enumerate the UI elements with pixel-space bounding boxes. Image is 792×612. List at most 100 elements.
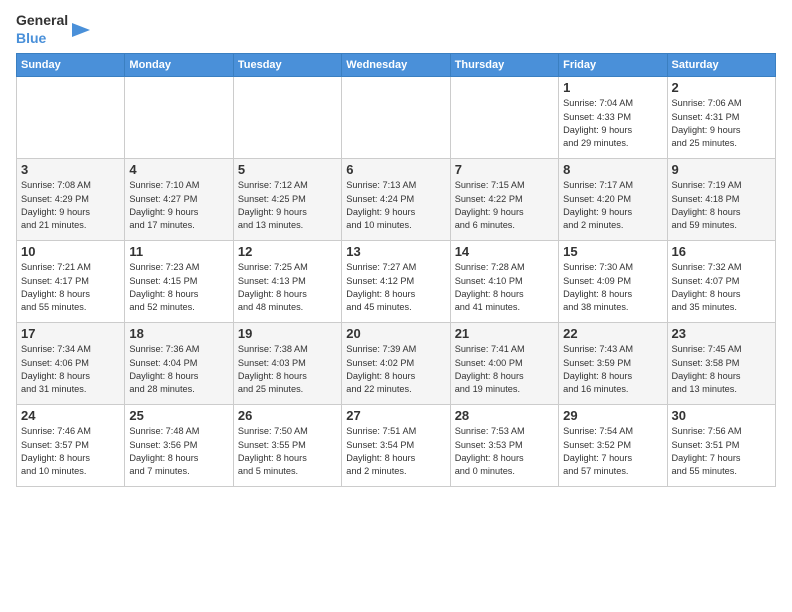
calendar-cell: 22 Sunrise: 7:43 AMSunset: 3:59 PMDayligh… xyxy=(559,323,667,405)
day-info: Sunrise: 7:48 AMSunset: 3:56 PMDaylight:… xyxy=(129,425,228,478)
day-number: 12 xyxy=(238,244,337,259)
day-number: 20 xyxy=(346,326,445,341)
day-info: Sunrise: 7:54 AMSunset: 3:52 PMDaylight:… xyxy=(563,425,662,478)
calendar-cell: 5 Sunrise: 7:12 AMSunset: 4:25 PMDaylight… xyxy=(233,159,341,241)
calendar-cell: 16 Sunrise: 7:32 AMSunset: 4:07 PMDayligh… xyxy=(667,241,775,323)
calendar-cell: 27 Sunrise: 7:51 AMSunset: 3:54 PMDayligh… xyxy=(342,405,450,487)
day-info: Sunrise: 7:23 AMSunset: 4:15 PMDaylight:… xyxy=(129,261,228,314)
day-number: 4 xyxy=(129,162,228,177)
calendar-cell: 24Sunrise: 7:46 AMSunset: 3:57 PMDayligh… xyxy=(17,405,125,487)
weekday-header-thursday: Thursday xyxy=(450,54,558,77)
weekday-header-monday: Monday xyxy=(125,54,233,77)
day-info: Sunrise: 7:27 AMSunset: 4:12 PMDaylight:… xyxy=(346,261,445,314)
calendar-cell: 18 Sunrise: 7:36 AMSunset: 4:04 PMDayligh… xyxy=(125,323,233,405)
day-number: 2 xyxy=(672,80,771,95)
calendar-cell: 9 Sunrise: 7:19 AMSunset: 4:18 PMDaylight… xyxy=(667,159,775,241)
day-number: 15 xyxy=(563,244,662,259)
calendar-cell: 21 Sunrise: 7:41 AMSunset: 4:00 PMDayligh… xyxy=(450,323,558,405)
weekday-header-tuesday: Tuesday xyxy=(233,54,341,77)
calendar-cell: 11 Sunrise: 7:23 AMSunset: 4:15 PMDayligh… xyxy=(125,241,233,323)
day-info: Sunrise: 7:50 AMSunset: 3:55 PMDaylight:… xyxy=(238,425,337,478)
calendar-week-1: 1Sunrise: 7:04 AMSunset: 4:33 PMDaylight… xyxy=(17,77,776,159)
calendar-cell: 15 Sunrise: 7:30 AMSunset: 4:09 PMDayligh… xyxy=(559,241,667,323)
day-info: Sunrise: 7:56 AMSunset: 3:51 PMDaylight:… xyxy=(672,425,771,478)
day-info: Sunrise: 7:12 AMSunset: 4:25 PMDaylight:… xyxy=(238,179,337,232)
calendar-table: SundayMondayTuesdayWednesdayThursdayFrid… xyxy=(16,53,776,487)
day-number: 22 xyxy=(563,326,662,341)
day-number: 24 xyxy=(21,408,120,423)
day-number: 18 xyxy=(129,326,228,341)
calendar-week-3: 10Sunrise: 7:21 AMSunset: 4:17 PMDayligh… xyxy=(17,241,776,323)
day-info: Sunrise: 7:34 AMSunset: 4:06 PMDaylight:… xyxy=(21,343,120,396)
day-number: 14 xyxy=(455,244,554,259)
calendar-cell: 25 Sunrise: 7:48 AMSunset: 3:56 PMDayligh… xyxy=(125,405,233,487)
day-number: 5 xyxy=(238,162,337,177)
day-number: 19 xyxy=(238,326,337,341)
logo: General Blue xyxy=(16,12,90,47)
day-number: 28 xyxy=(455,408,554,423)
day-info: Sunrise: 7:15 AMSunset: 4:22 PMDaylight:… xyxy=(455,179,554,232)
calendar-cell: 4 Sunrise: 7:10 AMSunset: 4:27 PMDaylight… xyxy=(125,159,233,241)
day-number: 27 xyxy=(346,408,445,423)
day-number: 25 xyxy=(129,408,228,423)
day-info: Sunrise: 7:10 AMSunset: 4:27 PMDaylight:… xyxy=(129,179,228,232)
day-info: Sunrise: 7:38 AMSunset: 4:03 PMDaylight:… xyxy=(238,343,337,396)
calendar-cell xyxy=(17,77,125,159)
calendar-cell xyxy=(233,77,341,159)
calendar-cell: 26 Sunrise: 7:50 AMSunset: 3:55 PMDayligh… xyxy=(233,405,341,487)
day-info: Sunrise: 7:13 AMSunset: 4:24 PMDaylight:… xyxy=(346,179,445,232)
calendar-cell: 17 Sunrise: 7:34 AMSunset: 4:06 PMDayligh… xyxy=(17,323,125,405)
calendar-week-4: 17 Sunrise: 7:34 AMSunset: 4:06 PMDayligh… xyxy=(17,323,776,405)
day-number: 16 xyxy=(672,244,771,259)
calendar-week-2: 3 Sunrise: 7:08 AMSunset: 4:29 PMDaylight… xyxy=(17,159,776,241)
day-info: Sunrise: 7:51 AMSunset: 3:54 PMDaylight:… xyxy=(346,425,445,478)
day-info: Sunrise: 7:19 AMSunset: 4:18 PMDaylight:… xyxy=(672,179,771,232)
calendar-cell: 23Sunrise: 7:45 AMSunset: 3:58 PMDayligh… xyxy=(667,323,775,405)
calendar-cell: 12 Sunrise: 7:25 AMSunset: 4:13 PMDayligh… xyxy=(233,241,341,323)
day-number: 17 xyxy=(21,326,120,341)
calendar-cell: 6 Sunrise: 7:13 AMSunset: 4:24 PMDaylight… xyxy=(342,159,450,241)
calendar-cell: 19 Sunrise: 7:38 AMSunset: 4:03 PMDayligh… xyxy=(233,323,341,405)
day-number: 6 xyxy=(346,162,445,177)
weekday-header-saturday: Saturday xyxy=(667,54,775,77)
day-number: 13 xyxy=(346,244,445,259)
weekday-header-wednesday: Wednesday xyxy=(342,54,450,77)
day-number: 9 xyxy=(672,162,771,177)
day-info: Sunrise: 7:28 AMSunset: 4:10 PMDaylight:… xyxy=(455,261,554,314)
logo-arrow-icon xyxy=(72,19,90,41)
calendar-cell: 13 Sunrise: 7:27 AMSunset: 4:12 PMDayligh… xyxy=(342,241,450,323)
calendar-cell: 1Sunrise: 7:04 AMSunset: 4:33 PMDaylight… xyxy=(559,77,667,159)
day-info: Sunrise: 7:25 AMSunset: 4:13 PMDaylight:… xyxy=(238,261,337,314)
day-info: Sunrise: 7:21 AMSunset: 4:17 PMDaylight:… xyxy=(21,261,120,314)
header: General Blue xyxy=(16,12,776,47)
calendar-cell: 2Sunrise: 7:06 AMSunset: 4:31 PMDaylight… xyxy=(667,77,775,159)
logo-text: General Blue xyxy=(16,12,68,47)
day-info: Sunrise: 7:39 AMSunset: 4:02 PMDaylight:… xyxy=(346,343,445,396)
day-number: 11 xyxy=(129,244,228,259)
logo-blue: Blue xyxy=(16,30,46,46)
day-number: 3 xyxy=(21,162,120,177)
day-info: Sunrise: 7:17 AMSunset: 4:20 PMDaylight:… xyxy=(563,179,662,232)
calendar-cell: 10Sunrise: 7:21 AMSunset: 4:17 PMDayligh… xyxy=(17,241,125,323)
day-number: 26 xyxy=(238,408,337,423)
day-info: Sunrise: 7:41 AMSunset: 4:00 PMDaylight:… xyxy=(455,343,554,396)
calendar-cell: 30 Sunrise: 7:56 AMSunset: 3:51 PMDayligh… xyxy=(667,405,775,487)
day-info: Sunrise: 7:04 AMSunset: 4:33 PMDaylight:… xyxy=(563,97,662,150)
logo-general: General xyxy=(16,12,68,28)
calendar-cell: 29Sunrise: 7:54 AMSunset: 3:52 PMDayligh… xyxy=(559,405,667,487)
day-number: 8 xyxy=(563,162,662,177)
calendar-header-row: SundayMondayTuesdayWednesdayThursdayFrid… xyxy=(17,54,776,77)
day-number: 21 xyxy=(455,326,554,341)
page-container: General Blue SundayMondayTuesdayWednesda… xyxy=(0,0,792,495)
day-info: Sunrise: 7:43 AMSunset: 3:59 PMDaylight:… xyxy=(563,343,662,396)
calendar-cell: 28 Sunrise: 7:53 AMSunset: 3:53 PMDayligh… xyxy=(450,405,558,487)
day-info: Sunrise: 7:36 AMSunset: 4:04 PMDaylight:… xyxy=(129,343,228,396)
calendar-cell xyxy=(342,77,450,159)
day-info: Sunrise: 7:08 AMSunset: 4:29 PMDaylight:… xyxy=(21,179,120,232)
day-number: 30 xyxy=(672,408,771,423)
day-info: Sunrise: 7:32 AMSunset: 4:07 PMDaylight:… xyxy=(672,261,771,314)
day-info: Sunrise: 7:53 AMSunset: 3:53 PMDaylight:… xyxy=(455,425,554,478)
day-info: Sunrise: 7:30 AMSunset: 4:09 PMDaylight:… xyxy=(563,261,662,314)
calendar-cell: 7Sunrise: 7:15 AMSunset: 4:22 PMDaylight… xyxy=(450,159,558,241)
day-number: 23 xyxy=(672,326,771,341)
